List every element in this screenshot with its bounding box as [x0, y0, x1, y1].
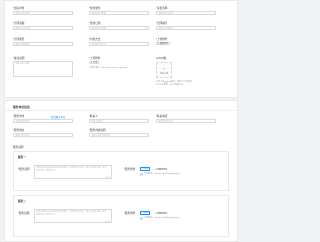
service-block-title: 服务一: [18, 156, 26, 159]
upload-hint: 支持扩展名：.doc .docx .pdf .xls .jpg .png: [89, 67, 127, 70]
field-label: *服务地址: [13, 129, 24, 132]
service-address-input[interactable]: 请输入服务地址: [13, 133, 73, 137]
file-hint: 支持格式：doc/docx/pdf/xls/jpg/png/zip: [144, 217, 180, 220]
file-icon: ▫: [140, 217, 143, 220]
attachment-button[interactable]: ⇪ 附件: [140, 167, 150, 171]
upload-service-file-text[interactable]: 上传服务附件: [155, 212, 167, 215]
field-label: *上传附件: [156, 38, 167, 41]
service-block: 服务二 *服务说明 请描述服务的相关内容及服务要求，说明服务的时间、地点及服务范…: [13, 195, 229, 237]
service-block-title: 服务二: [18, 200, 26, 203]
remark-textarea[interactable]: 请输入备注说明: [13, 61, 73, 77]
field-label: *服务附件: [124, 168, 135, 171]
field-label: *服务说明: [18, 212, 29, 215]
field-label: LOGO图: [156, 57, 166, 60]
choose-file-button[interactable]: ⇪ 选择文件: [156, 42, 170, 45]
chevron-down-icon: ⌄: [69, 121, 71, 124]
phone-select[interactable]: 请选择联系电话⌄: [156, 119, 216, 123]
field-label: *备注说明: [13, 57, 24, 60]
contract-type-input[interactable]: 请输入合同类型: [13, 42, 73, 46]
field-label: *付款方式: [89, 38, 100, 41]
field-label: *联系人: [89, 115, 98, 118]
chevron-down-icon: ⌄: [145, 13, 147, 16]
file-icon: ▫: [140, 173, 143, 176]
logo-upload-box[interactable]: + 点击上传: [156, 62, 172, 78]
plus-icon: +: [157, 67, 171, 71]
field-label: *合同总额: [13, 22, 24, 25]
field-label: *服务说明: [18, 168, 29, 171]
project-name-select[interactable]: 请选择项目名称⌄: [156, 11, 216, 15]
payment-method-select[interactable]: 请选择付款方式⌄: [89, 42, 149, 46]
field-label: *服务内容说明: [89, 129, 106, 132]
field-label: *合同类型: [13, 38, 24, 41]
field-label: *签约日期: [89, 22, 100, 25]
service-content-input[interactable]: 请输入服务内容说明: [89, 133, 149, 137]
chevron-down-icon: ⌄: [212, 13, 214, 16]
field-label: *服务附件: [124, 212, 135, 215]
service-unit-select[interactable]: 请选择服务单位⌄: [13, 119, 73, 123]
field-label: *签约类型: [89, 7, 100, 10]
file-hint: 支持格式：doc/docx/pdf/xls/jpg/png/zip: [144, 173, 180, 176]
attachment-button[interactable]: ⇪ 附件: [140, 211, 150, 215]
field-label: *合同编号: [156, 22, 167, 25]
service-description-textarea[interactable]: 请描述服务的相关内容及服务要求，说明服务的时间、地点及服务范围，便于 服务单位了…: [34, 209, 112, 223]
subsection-title: 服务说明: [13, 145, 23, 149]
chevron-down-icon: ⌄: [212, 121, 214, 124]
service-info-card: 服务单位信息 *服务单位 新增服务单位 请选择服务单位⌄ *联系人 请输入联系人…: [4, 100, 238, 242]
contract-amount-input[interactable]: 请输入合同总额: [13, 26, 73, 30]
sign-date-picker[interactable]: 请选择签约日期▭: [89, 26, 149, 30]
field-label: *招标单位: [13, 7, 24, 10]
calendar-icon: ▭: [145, 28, 147, 31]
chevron-down-icon: ⌄: [69, 13, 71, 16]
chevron-down-icon: ⌄: [145, 44, 147, 47]
service-description-textarea[interactable]: 请描述服务的相关内容及服务要求，说明服务的时间、地点及服务范围，便于 服务单位了…: [34, 165, 112, 179]
sign-type-select[interactable]: 请选择签约类型⌄: [89, 11, 149, 15]
contract-no-input[interactable]: 请输入合同编号: [156, 26, 216, 30]
field-label: *服务单位: [13, 115, 24, 118]
bid-unit-select[interactable]: 请选择招标单位⌄: [13, 11, 73, 15]
field-label: *上传附件: [89, 57, 100, 60]
contact-input[interactable]: 请输入联系人: [89, 119, 149, 123]
upload-button[interactable]: ⇪ 上传: [89, 61, 99, 64]
image-hint: 800*800像素，大小不超过2M: [156, 84, 183, 87]
section-title: 服务单位信息: [13, 105, 30, 109]
upload-service-file-text[interactable]: 上传服务附件: [155, 168, 167, 171]
service-block: 服务一 *服务说明 请描述服务的相关内容及服务要求，说明服务的时间、地点及服务范…: [13, 151, 229, 191]
field-label: *项目名称: [156, 7, 167, 10]
contract-info-card: *招标单位 请选择招标单位⌄ *签约类型 请选择签约类型⌄ *项目名称 请选择项…: [4, 0, 238, 98]
field-label: *联系电话: [156, 115, 167, 118]
